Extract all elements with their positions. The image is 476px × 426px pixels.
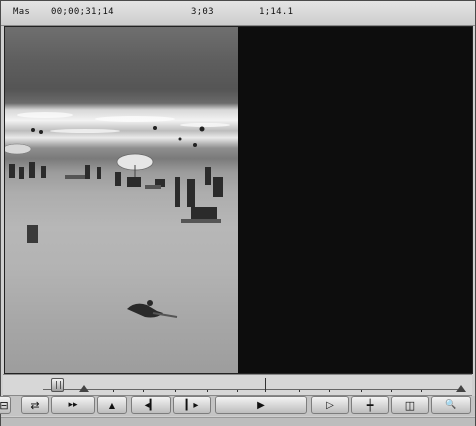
mark-clip-button[interactable]: ┿ — [351, 396, 389, 414]
timecode-readout: 00;00;31;14 — [51, 7, 114, 17]
triangle-up-icon: ▲ — [108, 400, 116, 410]
timeline-tick — [421, 390, 422, 392]
video-viewer[interactable] — [4, 26, 473, 374]
scrub-timeline[interactable] — [3, 374, 472, 396]
out-point-marker[interactable] — [456, 385, 466, 392]
magnifier-icon: 🔍 — [445, 400, 457, 410]
play-outline-icon: ▷ — [326, 399, 334, 411]
mark-button[interactable]: ▲ — [97, 396, 127, 414]
timeline-tick — [175, 390, 176, 392]
swap-arrows-icon: ⇄ — [30, 398, 40, 412]
timeline-tick — [207, 390, 208, 392]
timeline-tick — [391, 390, 392, 392]
timeline-tick — [329, 390, 330, 392]
clip-button[interactable]: ⊟ — [0, 396, 11, 414]
timeline-tick — [361, 390, 362, 392]
in-point-marker[interactable] — [79, 385, 89, 392]
ratio-readout: 1;14.1 — [259, 7, 294, 17]
zoom-button[interactable]: 🔍 — [431, 396, 471, 414]
transport-controls: ⊟ ⇄ ▸▸ ▲ ◂▎ ▎▸ ▶ ▷ ┿ ◫ 🔍 — [0, 396, 475, 416]
play-outline-button[interactable]: ▷ — [311, 396, 349, 414]
duration-readout: 3;03 — [191, 7, 214, 17]
timeline-tick — [143, 390, 144, 392]
step-forward-icon: ▎▸ — [185, 399, 199, 411]
window-bottom-edge — [1, 417, 475, 426]
video-frame — [5, 27, 238, 373]
play-icon: ▶ — [257, 399, 265, 411]
split-view-button[interactable]: ◫ — [391, 396, 429, 414]
marker-icon: ┿ — [366, 398, 374, 412]
split-view-icon: ◫ — [404, 398, 416, 412]
play-button[interactable]: ▶ — [215, 396, 307, 414]
beach-scene — [5, 112, 230, 318]
step-back-icon: ◂▎ — [144, 399, 158, 411]
swap-button[interactable]: ⇄ — [21, 396, 49, 414]
viewer-window: Mas 00;00;31;14 3;03 1;14.1 ⊟ ⇄ ▸▸ ▲ ◂▎ … — [0, 0, 476, 426]
timeline-tick — [299, 390, 300, 392]
scrub-handle[interactable] — [51, 378, 64, 392]
timecode-bar: Mas 00;00;31;14 3;03 1;14.1 — [1, 1, 475, 26]
step-back-button[interactable]: ◂▎ — [131, 396, 171, 414]
fast-forward-button[interactable]: ▸▸ — [51, 396, 95, 414]
square-bracket-icon: ⊟ — [0, 398, 9, 412]
playhead-marker[interactable] — [265, 378, 266, 392]
fast-forward-icon: ▸▸ — [68, 400, 78, 410]
step-forward-button[interactable]: ▎▸ — [173, 396, 211, 414]
timeline-tick — [237, 390, 238, 392]
timeline-track — [43, 389, 464, 390]
timeline-tick — [113, 390, 114, 392]
mode-label: Mas — [13, 7, 31, 17]
